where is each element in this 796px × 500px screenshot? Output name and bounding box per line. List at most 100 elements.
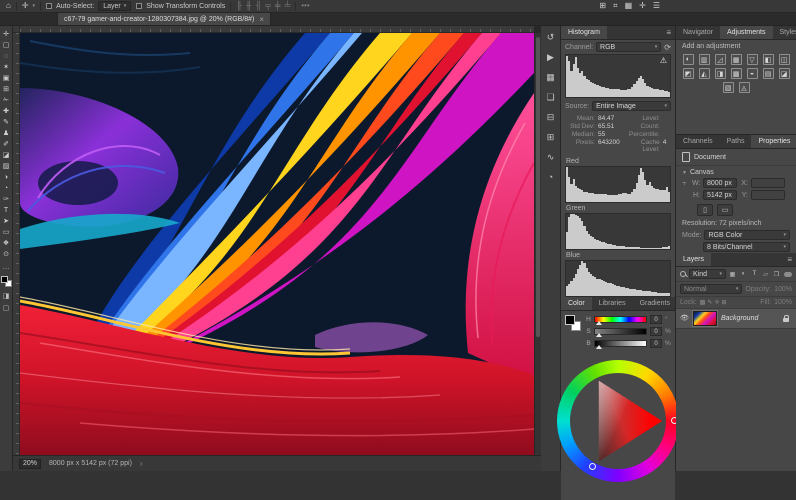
filter-type-layers-icon[interactable]: T: [750, 270, 759, 279]
path-selection-tool[interactable]: ➤: [0, 216, 12, 227]
tab-channels[interactable]: Channels: [676, 135, 720, 148]
home-icon[interactable]: ⌂: [6, 0, 11, 12]
layer-visibility-icon[interactable]: [680, 314, 689, 323]
edit-toolbar-icon[interactable]: …: [3, 264, 10, 271]
eraser-tool[interactable]: ◪: [0, 150, 12, 161]
clone-stamp-tool[interactable]: ♟: [0, 128, 12, 139]
orientation-landscape-button[interactable]: ▭: [717, 204, 733, 216]
spot-healing-brush-tool[interactable]: ✚: [0, 106, 12, 117]
more-options-icon[interactable]: •••: [301, 0, 309, 12]
color-balance-icon[interactable]: ◫: [779, 54, 790, 65]
blur-tool[interactable]: ◑: [0, 172, 12, 183]
channel-mixer-icon[interactable]: ◨: [715, 68, 726, 79]
slider-handle[interactable]: [596, 333, 602, 337]
align-left-edges-icon[interactable]: ╟: [236, 0, 242, 12]
tab-libraries[interactable]: Libraries: [592, 297, 633, 310]
screen-mode-icon[interactable]: ▢: [3, 304, 10, 312]
foreground-color-swatch[interactable]: [565, 315, 575, 325]
vertical-scrollbar[interactable]: [534, 33, 541, 455]
levels-icon[interactable]: ▥: [699, 54, 710, 65]
color-wheel[interactable]: [557, 360, 679, 482]
move-tool[interactable]: ✛: [0, 29, 12, 40]
rectangle-tool[interactable]: ▭: [0, 227, 12, 238]
saturation-slider[interactable]: [594, 328, 647, 335]
frame-tool[interactable]: ⊞: [0, 84, 12, 95]
lock-artboard-icon[interactable]: ⊞: [721, 299, 726, 306]
align-top-edges-icon[interactable]: ╤: [265, 0, 271, 12]
triangle-selector[interactable]: [589, 463, 596, 470]
status-chevron-icon[interactable]: ›: [140, 459, 143, 468]
chevron-down-icon[interactable]: ▾: [33, 3, 36, 9]
guides-icon[interactable]: ⌗: [613, 0, 618, 12]
hand-tool[interactable]: ❖: [0, 238, 12, 249]
lock-position-icon[interactable]: ✛: [714, 299, 719, 306]
workspace-switcher-icon[interactable]: ☰: [653, 0, 660, 12]
color-mode-dropdown[interactable]: RGB Color ▾: [704, 230, 790, 240]
filter-shape-layers-icon[interactable]: ▱: [761, 270, 770, 279]
align-bottom-edges-icon[interactable]: ╧: [285, 0, 291, 12]
brightness-value-field[interactable]: 0: [650, 339, 662, 348]
height-field[interactable]: 5142 px: [703, 190, 737, 200]
lock-pixels-icon[interactable]: ✎: [707, 299, 712, 306]
align-right-edges-icon[interactable]: ╢: [256, 0, 262, 12]
fill-value[interactable]: 100%: [774, 299, 792, 306]
bit-depth-dropdown[interactable]: 8 Bits/Channel ▾: [703, 242, 790, 252]
tab-styles[interactable]: Styles: [773, 26, 796, 39]
history-brush-tool[interactable]: ✐: [0, 139, 12, 150]
auto-select-dropdown[interactable]: Layer ▾: [98, 1, 131, 11]
tab-navigator[interactable]: Navigator: [676, 26, 720, 39]
grid-icon[interactable]: ▦: [625, 0, 633, 12]
orientation-portrait-button[interactable]: ▯: [697, 204, 713, 216]
timeline-panel-icon[interactable]: ∿: [543, 150, 559, 164]
object-selection-tool[interactable]: ✶: [0, 62, 12, 73]
type-tool[interactable]: T: [0, 205, 12, 216]
gradient-map-icon[interactable]: ▧: [723, 82, 734, 93]
slider-handle[interactable]: [596, 345, 602, 349]
brush-tool[interactable]: ✎: [0, 117, 12, 128]
tab-layers[interactable]: Layers: [676, 253, 711, 266]
foreground-color-swatch[interactable]: [1, 276, 8, 283]
lock-transparency-icon[interactable]: ▩: [700, 299, 706, 306]
filter-adjustment-layers-icon[interactable]: ◐: [739, 270, 748, 279]
history-panel-icon[interactable]: ↺: [543, 30, 559, 44]
curves-icon[interactable]: ◿: [715, 54, 726, 65]
tab-color[interactable]: Color: [561, 297, 592, 310]
tab-properties[interactable]: Properties: [751, 135, 796, 148]
panel-menu-icon[interactable]: ≡: [662, 26, 675, 39]
rectangular-marquee-tool[interactable]: ▢: [0, 40, 12, 51]
tab-histogram[interactable]: Histogram: [561, 26, 607, 39]
x-field[interactable]: [751, 178, 785, 188]
character-panel-icon[interactable]: ⊟: [543, 110, 559, 124]
source-dropdown[interactable]: Entire Image ▾: [592, 101, 671, 111]
actions-panel-icon[interactable]: ▶: [543, 50, 559, 64]
eyedropper-tool[interactable]: ✁: [0, 95, 12, 106]
lasso-tool[interactable]: ◌: [0, 51, 12, 62]
y-field[interactable]: [751, 190, 785, 200]
vibrance-icon[interactable]: ▽: [747, 54, 758, 65]
show-transform-checkbox[interactable]: [136, 3, 142, 9]
tab-adjustments[interactable]: Adjustments: [720, 26, 773, 39]
channel-dropdown[interactable]: RGB ▾: [596, 42, 661, 52]
pan-icon[interactable]: ✛: [639, 0, 646, 12]
filter-toggle[interactable]: [784, 272, 792, 277]
move-tool-icon[interactable]: ✛: [22, 0, 29, 12]
pen-tool[interactable]: ✑: [0, 194, 12, 205]
quick-mask-icon[interactable]: ◨: [3, 292, 10, 300]
filter-kind-dropdown[interactable]: Kind ▾: [689, 269, 726, 279]
exposure-icon[interactable]: ▦: [731, 54, 742, 65]
clone-source-panel-icon[interactable]: ❏: [543, 90, 559, 104]
black-white-icon[interactable]: ◩: [683, 68, 694, 79]
brush-settings-panel-icon[interactable]: ▦: [543, 70, 559, 84]
posterize-icon[interactable]: ▤: [763, 68, 774, 79]
opacity-value[interactable]: 100%: [774, 286, 792, 293]
scrollbar-thumb[interactable]: [536, 37, 540, 337]
slider-handle[interactable]: [596, 321, 602, 325]
arrange-documents-icon[interactable]: ⊞: [599, 0, 606, 12]
layer-row-background[interactable]: Background: [676, 309, 796, 329]
hue-slider[interactable]: [594, 316, 647, 323]
link-dimensions-icon[interactable]: ⫟: [682, 178, 689, 188]
threshold-icon[interactable]: ◪: [779, 68, 790, 79]
tab-paths[interactable]: Paths: [720, 135, 752, 148]
foreground-background-swatches[interactable]: [565, 315, 581, 331]
hue-value-field[interactable]: 0: [650, 315, 662, 324]
